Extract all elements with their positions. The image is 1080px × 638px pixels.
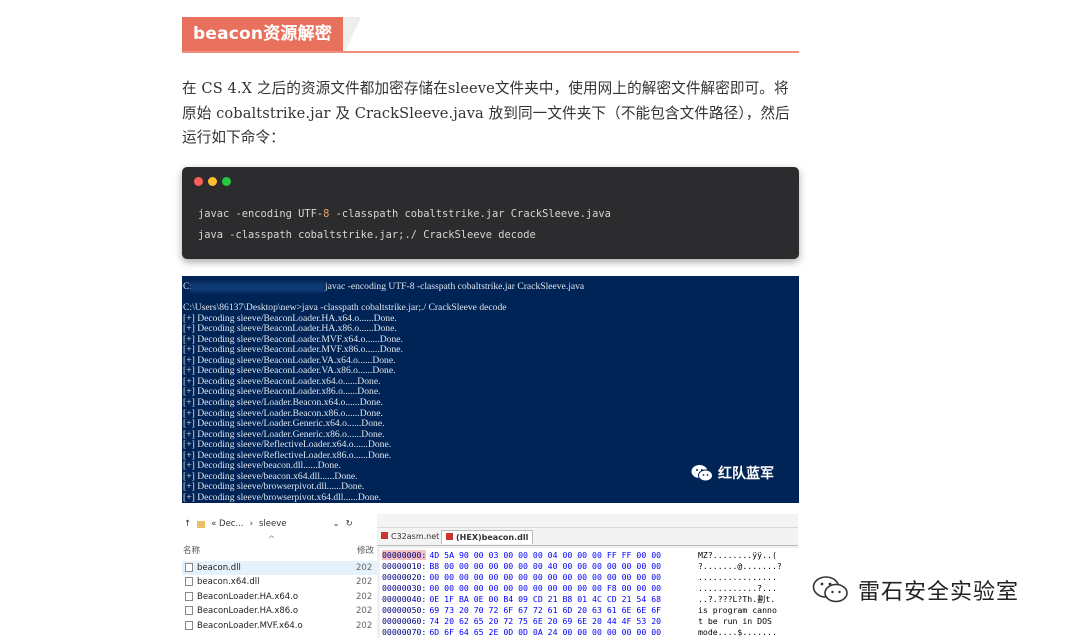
tab-beacon-dll[interactable]: (HEX)beacon.dll	[441, 530, 534, 544]
terminal-watermark: 红队蓝军	[691, 463, 774, 483]
section-heading: beacon资源解密	[182, 17, 799, 54]
hex-offset: 00000040:	[382, 594, 427, 604]
redacted-path	[190, 282, 325, 292]
breadcrumb-separator-icon: ›	[249, 519, 253, 529]
file-icon	[185, 563, 193, 572]
file-name: beacon.x64.dll	[197, 577, 260, 588]
window-dot-green	[222, 177, 231, 186]
terminal-command-2: C:\Users\86137\Desktop\new>java -classpa…	[183, 302, 507, 313]
terminal-output-line: [+] Decoding sleeve/browserpivot.x64.dll…	[183, 491, 382, 503]
hex-offset: 00000060:	[382, 616, 427, 626]
hex-row: 00000070: 6D 6F 64 65 2E 0D 0D 0A 24 00 0…	[382, 627, 777, 638]
body-paragraph: 在 CS 4.X 之后的资源文件都加密存储在sleeve文件夹中，使用网上的解密…	[182, 80, 790, 146]
file-modified: 202	[356, 620, 373, 631]
app-icon	[381, 532, 388, 539]
explorer-nav: ↑ « Dec... › sleeve ⌄ ↻	[184, 519, 353, 529]
file-row[interactable]: BeaconLoader.HA.x64.o 202	[182, 590, 377, 604]
hex-offset: 00000000:	[382, 550, 427, 560]
file-row[interactable]: BeaconLoader.HA.x86.o 202	[182, 604, 377, 618]
terminal-command-1: javac -encoding UTF-8 -classpath cobalts…	[325, 281, 585, 292]
hex-row: 00000050: 69 73 20 70 72 6F 67 72 61 6D 2…	[382, 605, 777, 616]
hex-grid: 00000000: 4D 5A 90 00 03 00 00 00 04 00 0…	[380, 548, 798, 638]
file-icon	[185, 620, 193, 630]
tab-c32asm[interactable]: C32asm.net	[381, 532, 439, 541]
hex-ascii: t be run in DOS	[698, 616, 777, 626]
file-name: BeaconLoader.MVF.x64.o	[197, 620, 303, 631]
hex-ascii: mode....$.......	[698, 627, 777, 637]
wechat-icon	[691, 465, 713, 482]
file-row[interactable]: beacon.x64.dll 202	[182, 575, 377, 589]
hex-row: 00000020: 00 00 00 00 00 00 00 00 00 00 0…	[382, 572, 777, 583]
hex-offset: 00000050:	[382, 605, 427, 615]
window-dot-red	[194, 177, 203, 186]
breadcrumb-dec[interactable]: « Dec...	[211, 519, 243, 529]
hex-row: 00000040: 0E 1F BA 0E 00 B4 09 CD 21 B8 0…	[382, 594, 775, 605]
hex-bytes: 0E 1F BA 0E 00 B4 09 CD 21 B8 01 4C CD 2…	[429, 594, 662, 604]
hex-toolbar	[377, 514, 798, 528]
column-name[interactable]: 名称	[183, 546, 200, 556]
hex-offset: 00000010:	[382, 561, 427, 571]
file-name: BeaconLoader.HA.x86.o	[197, 606, 299, 617]
explorer-header: 名称 ^ 修改	[183, 535, 377, 556]
hex-bytes: 69 73 20 70 72 6F 67 72 61 6D 20 63 61 6…	[429, 605, 662, 615]
window-dot-yellow	[208, 177, 217, 186]
hex-row: 00000000: 4D 5A 90 00 03 00 00 00 04 00 0…	[382, 550, 777, 561]
hex-ascii: ?.......@.......?	[698, 561, 782, 571]
file-name: beacon.dll	[197, 563, 241, 573]
hex-bytes: 74 20 62 65 20 72 75 6E 20 69 6E 20 44 4…	[429, 616, 662, 626]
chevron-down-icon[interactable]: ⌄	[333, 519, 340, 529]
watermark-text: 红队蓝军	[718, 466, 774, 482]
code-line-2: java -classpath cobaltstrike.jar;./ Crac…	[198, 229, 536, 241]
file-modified: 202	[356, 577, 373, 588]
site-watermark: 雷石安全实验室	[812, 574, 1019, 606]
hex-row: 00000030: 00 00 00 00 00 00 00 00 00 00 0…	[382, 583, 777, 594]
hex-offset: 00000020:	[382, 572, 427, 582]
hex-bytes: 00 00 00 00 00 00 00 00 00 00 00 00 00 0…	[429, 572, 662, 582]
hex-bytes: 00 00 00 00 00 00 00 00 00 00 00 00 F8 0…	[429, 583, 662, 593]
watermark-text: 雷石安全实验室	[858, 580, 1020, 605]
hex-bytes: 4D 5A 90 00 03 00 00 00 04 00 00 00 FF F…	[429, 550, 662, 560]
file-row[interactable]: beacon.dll 202	[182, 561, 377, 575]
file-modified: 202	[356, 591, 373, 602]
hex-tabs: C32asm.net (HEX)beacon.dll	[377, 528, 798, 546]
hex-row: 00000060: 74 20 62 65 20 72 75 6E 20 69 6…	[382, 616, 772, 627]
up-arrow-icon[interactable]: ↑	[184, 519, 191, 529]
hex-bytes: 6D 6F 64 65 2E 0D 0D 0A 24 00 00 00 00 0…	[429, 627, 662, 637]
folder-icon	[197, 520, 206, 528]
hex-offset: 00000070:	[382, 627, 427, 637]
sort-up-icon: ^	[268, 535, 276, 545]
file-icon	[185, 591, 193, 601]
hex-ascii: ..?.???L?Th.劃t.	[698, 594, 776, 604]
file-name: BeaconLoader.HA.x64.o	[197, 591, 299, 602]
file-row[interactable]: BeaconLoader.MVF.x64.o 202	[182, 619, 377, 633]
hex-ascii: ............?...	[698, 583, 777, 593]
hex-editor: C32asm.net (HEX)beacon.dll 00000000: 4D 5…	[377, 514, 798, 638]
breadcrumb-sleeve[interactable]: sleeve	[259, 519, 287, 529]
file-explorer: ↑ « Dec... › sleeve ⌄ ↻ 名称 ^ 修改 beacon.d…	[182, 514, 377, 638]
hex-ascii: is program canno	[698, 605, 777, 615]
terminal-output-line: [+] Decoding sleeve/Loader.Beacon.x64.o.…	[183, 396, 383, 408]
hex-ascii: ................	[698, 572, 777, 582]
file-icon	[446, 533, 453, 540]
wechat-icon	[812, 576, 848, 603]
section-title: beacon资源解密	[182, 17, 344, 52]
hex-offset: 00000030:	[382, 583, 427, 593]
file-modified: 202	[356, 563, 373, 573]
file-modified: 202	[356, 606, 373, 617]
hex-ascii: MZ?........ÿÿ..(	[698, 550, 777, 560]
code-line-1: javac -encoding UTF-8 -classpath cobalts…	[198, 208, 611, 220]
file-icon	[185, 577, 193, 587]
heading-fold-shadow	[342, 17, 364, 52]
hex-bytes: B8 00 00 00 00 00 00 00 40 00 00 00 00 0…	[429, 561, 662, 571]
refresh-icon[interactable]: ↻	[346, 519, 353, 529]
heading-underline	[182, 51, 799, 53]
hex-row: 00000010: B8 00 00 00 00 00 00 00 40 00 0…	[382, 561, 782, 572]
file-icon	[185, 606, 193, 616]
code-block: javac -encoding UTF-8 -classpath cobalts…	[182, 167, 799, 259]
column-modified[interactable]: 修改	[357, 544, 374, 556]
